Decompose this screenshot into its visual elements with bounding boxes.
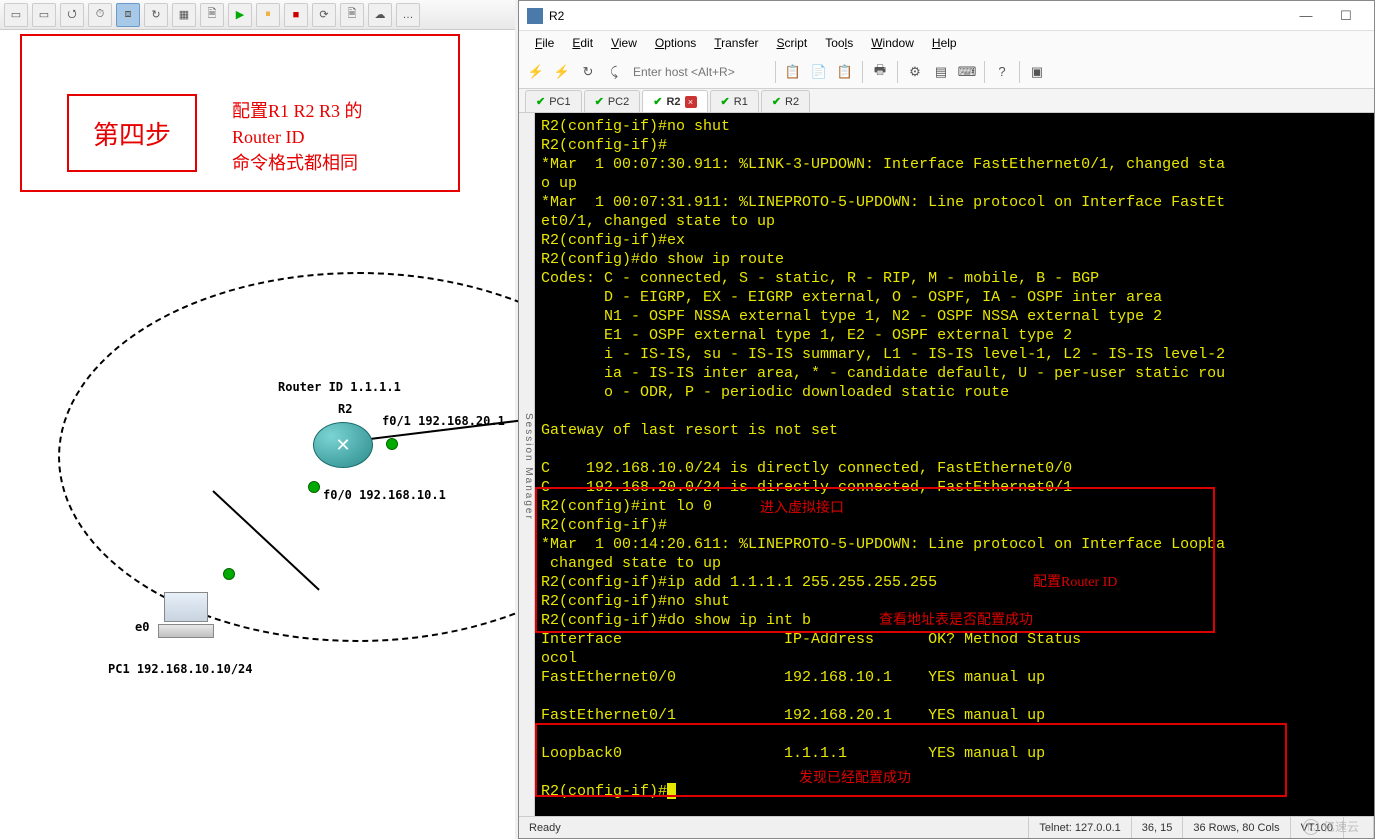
topology-canvas[interactable]: 第四步 配置R1 R2 R3 的 Router ID 命令格式都相同 ✕ Rou…	[8, 34, 513, 837]
menu-options[interactable]: Options	[647, 34, 704, 52]
menu-help[interactable]: Help	[924, 34, 965, 52]
maximize-button[interactable]: ☐	[1326, 2, 1366, 30]
cursor	[667, 783, 676, 799]
status-size: 36 Rows, 80 Cols	[1183, 817, 1290, 838]
tab-r2[interactable]: ✔ R2	[761, 90, 810, 112]
toolbar-button[interactable]: 🗎	[200, 3, 224, 27]
help-icon[interactable]: ?	[991, 61, 1013, 83]
app-icon	[527, 8, 543, 24]
annotation-show-table: 查看地址表是否配置成功	[879, 611, 1033, 630]
pc1-label: PC1 192.168.10.10/24	[108, 662, 253, 676]
toolbar-button[interactable]: ▭	[4, 3, 28, 27]
watermark-text: 亿速云	[1323, 818, 1359, 835]
menu-edit[interactable]: Edit	[564, 34, 601, 52]
r2-label: R2	[338, 402, 352, 416]
session-options-icon[interactable]: ▤	[930, 61, 952, 83]
annotation-line: 命令格式都相同	[232, 153, 358, 173]
annotation-config-rid: 配置Router ID	[1033, 573, 1117, 592]
stop-button[interactable]: ■	[284, 3, 308, 27]
clipboard-icon[interactable]: 📋	[834, 61, 856, 83]
check-icon: ✔	[653, 95, 662, 108]
tab-label: R1	[734, 96, 748, 108]
gear-icon[interactable]: ⚙	[904, 61, 926, 83]
f01-label: f0/1 192.168.20.1	[382, 414, 505, 428]
check-icon: ✔	[536, 95, 545, 108]
toolbar-button[interactable]: ▦	[172, 3, 196, 27]
connect-icon[interactable]: ⚡	[525, 61, 547, 83]
window-titlebar[interactable]: R2 — ☐	[519, 1, 1374, 31]
toolbar-button[interactable]: 🗎	[340, 3, 364, 27]
menu-view[interactable]: View	[603, 34, 645, 52]
menu-file[interactable]: File	[527, 34, 562, 52]
watermark: 亿 亿速云	[1303, 818, 1359, 835]
annotation-box-outer: 第四步 配置R1 R2 R3 的 Router ID 命令格式都相同	[20, 34, 460, 192]
terminal-window: R2 — ☐ File Edit View Options Transfer S…	[518, 0, 1375, 839]
toolbar-button[interactable]: ▭	[32, 3, 56, 27]
tab-label: R2	[666, 96, 680, 108]
pause-button[interactable]: ⏸	[256, 3, 280, 27]
check-icon: ✔	[595, 95, 604, 108]
toggle-icon[interactable]: ▣	[1026, 61, 1048, 83]
annotation-enter-loopback: 进入虚拟接口	[760, 499, 844, 518]
toolbar-button[interactable]: ↻	[144, 3, 168, 27]
session-manager-sidebar[interactable]: Session Manager	[519, 113, 535, 816]
interface-dot	[223, 568, 235, 580]
tab-label: PC1	[549, 96, 570, 108]
watermark-icon: 亿	[1303, 819, 1319, 835]
status-bar: Ready Telnet: 127.0.0.1 36, 15 36 Rows, …	[519, 816, 1374, 838]
minimize-button[interactable]: —	[1286, 2, 1326, 30]
terminal-text: R2(config-if)#no shut R2(config-if)# *Ma…	[541, 118, 1225, 800]
annotation-text: 配置R1 R2 R3 的 Router ID 命令格式都相同	[232, 98, 363, 176]
check-icon: ✔	[721, 95, 730, 108]
quick-connect-icon[interactable]: ⚡	[551, 61, 573, 83]
check-icon: ✔	[772, 95, 781, 108]
annotation-success: 发现已经配置成功	[799, 769, 911, 788]
play-button[interactable]: ▶	[228, 3, 252, 27]
tab-r1[interactable]: ✔ R1	[710, 90, 759, 112]
tab-label: R2	[785, 96, 799, 108]
router-id-label: Router ID 1.1.1.1	[278, 380, 401, 394]
f00-label: f0/0 192.168.10.1	[323, 488, 446, 502]
menu-transfer[interactable]: Transfer	[706, 34, 766, 52]
toolbar-button[interactable]: ⭯	[60, 3, 84, 27]
toolbar-button[interactable]: ⏱	[88, 3, 112, 27]
reload-button[interactable]: ⟳	[312, 3, 336, 27]
keyboard-icon[interactable]: ⌨	[956, 61, 978, 83]
reconnect-icon[interactable]: ↻	[577, 61, 599, 83]
step-title-box: 第四步	[67, 94, 197, 172]
gns3-toolbar: ▭ ▭ ⭯ ⏱ ⧈ ↻ ▦ 🗎 ▶ ⏸ ■ ⟳ 🗎 ☁ …	[0, 0, 515, 30]
menu-window[interactable]: Window	[863, 34, 922, 52]
terminal-output[interactable]: R2(config-if)#no shut R2(config-if)# *Ma…	[535, 113, 1374, 816]
close-icon[interactable]: ×	[685, 96, 697, 108]
status-cursor-pos: 36, 15	[1132, 817, 1184, 838]
print-icon[interactable]: 🖶	[869, 61, 891, 83]
window-title: R2	[549, 9, 1286, 23]
tab-label: PC2	[608, 96, 629, 108]
tab-r2-active[interactable]: ✔ R2 ×	[642, 90, 707, 112]
tab-pc1[interactable]: ✔ PC1	[525, 90, 582, 112]
toolbar-button[interactable]: ☁	[368, 3, 392, 27]
status-connection: Telnet: 127.0.0.1	[1029, 817, 1131, 838]
router-r2-icon[interactable]: ✕	[313, 422, 373, 468]
paste-icon[interactable]: 📄	[808, 61, 830, 83]
disconnect-icon[interactable]: ⤹	[603, 61, 625, 83]
copy-icon[interactable]: 📋	[782, 61, 804, 83]
session-tabs: ✔ PC1 ✔ PC2 ✔ R2 × ✔ R1 ✔ R2	[519, 89, 1374, 113]
annotation-line: Router ID	[232, 127, 304, 147]
toolbar-button-selected[interactable]: ⧈	[116, 3, 140, 27]
status-ready: Ready	[519, 817, 1029, 838]
interface-dot	[308, 481, 320, 493]
menu-tools[interactable]: Tools	[817, 34, 861, 52]
pc1-icon[interactable]	[158, 592, 216, 640]
tab-pc2[interactable]: ✔ PC2	[584, 90, 641, 112]
menu-script[interactable]: Script	[769, 34, 816, 52]
gns3-canvas-area: ▭ ▭ ⭯ ⏱ ⧈ ↻ ▦ 🗎 ▶ ⏸ ■ ⟳ 🗎 ☁ … 第四步 配置R1 R…	[0, 0, 515, 839]
terminal-toolbar: ⚡ ⚡ ↻ ⤹ 📋 📄 📋 🖶 ⚙ ▤ ⌨ ? ▣	[519, 55, 1374, 89]
e0-label: e0	[135, 620, 149, 634]
host-input[interactable]	[629, 61, 769, 83]
menu-bar: File Edit View Options Transfer Script T…	[519, 31, 1374, 55]
interface-dot	[386, 438, 398, 450]
annotation-line: 配置R1 R2 R3 的	[232, 101, 363, 121]
toolbar-button[interactable]: …	[396, 3, 420, 27]
